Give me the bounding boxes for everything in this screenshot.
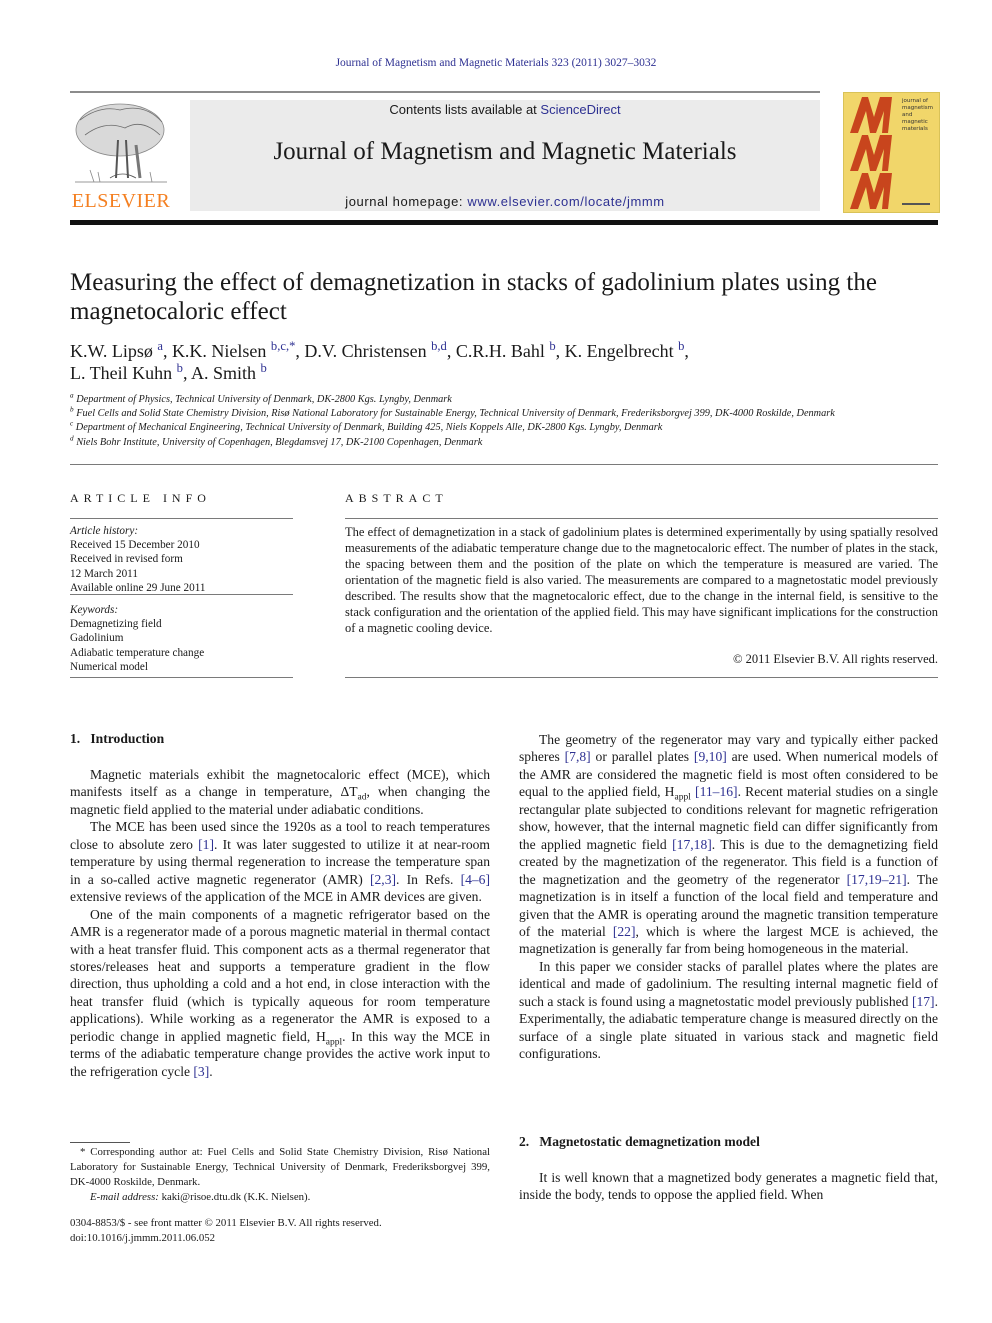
- article-title: Measuring the effect of demagnetization …: [70, 269, 877, 325]
- corresponding-note: * Corresponding author at: Fuel Cells an…: [70, 1146, 490, 1188]
- citation-link[interactable]: [1]: [198, 837, 214, 852]
- affiliation: d Niels Bohr Institute, University of Co…: [70, 434, 483, 448]
- abstract-heading: ABSTRACT: [345, 491, 448, 505]
- affiliation: a Department of Physics, Technical Unive…: [70, 391, 452, 405]
- citation-link[interactable]: [17,18]: [672, 837, 712, 852]
- divider: [70, 518, 293, 519]
- paragraph: The geometry of the regenerator may vary…: [519, 732, 939, 957]
- contents-prefix: Contents lists available at: [389, 102, 541, 117]
- citation-link[interactable]: [22]: [613, 924, 636, 939]
- keyword: Gadolinium: [70, 632, 124, 645]
- affiliation: b Fuel Cells and Solid State Chemistry D…: [70, 405, 835, 420]
- email-link[interactable]: kaki@risoe.dtu.dk: [162, 1191, 242, 1203]
- citation-link[interactable]: [17,19–21]: [847, 872, 907, 887]
- citation-link[interactable]: [9,10]: [694, 749, 727, 764]
- citation-link[interactable]: [2,3]: [370, 872, 396, 887]
- citation-link[interactable]: [3]: [193, 1064, 209, 1079]
- keywords: Keywords: Demagnetizing field Gadolinium…: [70, 603, 295, 674]
- svg-text:materials: materials: [902, 126, 928, 132]
- keywords-label: Keywords:: [70, 604, 119, 616]
- paragraph: It is well known that a magnetized body …: [519, 1170, 938, 1203]
- author[interactable]: D.V. Christensen b,d: [304, 340, 446, 361]
- article-history: Article history: Received 15 December 20…: [70, 524, 295, 595]
- journal-title: Journal of Magnetism and Magnetic Materi…: [273, 138, 737, 165]
- citation-link[interactable]: [7,8]: [565, 749, 591, 764]
- svg-text:and: and: [902, 112, 912, 118]
- keyword: Numerical model: [70, 660, 148, 673]
- article-info-heading: ARTICLE INFO: [70, 491, 211, 505]
- affiliation: c Department of Mechanical Engineering, …: [70, 419, 663, 434]
- history-item: Available online 29 June 2011: [70, 581, 206, 594]
- divider: [70, 464, 938, 465]
- author[interactable]: K.K. Nielsen b,c,*: [172, 340, 295, 361]
- citation-link[interactable]: [17]: [912, 994, 935, 1009]
- divider: [345, 518, 938, 519]
- homepage-line: journal homepage: www.elsevier.com/locat…: [190, 194, 820, 209]
- svg-text:magnetism: magnetism: [902, 105, 933, 111]
- author[interactable]: K. Engelbrecht b: [565, 340, 685, 361]
- author[interactable]: C.R.H. Bahl b: [456, 340, 556, 361]
- author[interactable]: A. Smith b: [191, 362, 267, 383]
- divider: [70, 677, 293, 678]
- citation-link[interactable]: [4–6]: [461, 872, 490, 887]
- issn-line: 0304-8853/$ - see front matter © 2011 El…: [70, 1217, 382, 1229]
- body-column-right: The geometry of the regenerator may vary…: [519, 731, 938, 1063]
- body-column-left: Magnetic materials exhibit the magnetoca…: [70, 766, 490, 1080]
- paragraph: Magnetic materials exhibit the magnetoca…: [70, 767, 490, 817]
- homepage-link[interactable]: www.elsevier.com/locate/jmmm: [467, 194, 664, 209]
- email-line: E-mail address: kaki@risoe.dtu.dk (K.K. …: [90, 1191, 311, 1203]
- paragraph: One of the main components of a magnetic…: [70, 906, 491, 1079]
- contents-line: Contents lists available at ScienceDirec…: [190, 102, 820, 117]
- history-label: Article history:: [70, 525, 139, 537]
- history-item: Received 15 December 2010: [70, 539, 200, 552]
- abstract-text: The effect of demagnetization in a stack…: [345, 525, 938, 635]
- keyword: Adiabatic temperature change: [70, 646, 205, 659]
- journal-citation[interactable]: Journal of Magnetism and Magnetic Materi…: [0, 57, 992, 69]
- author-list: K.W. Lipsø a, K.K. Nielsen b,c,*, D.V. C…: [70, 339, 689, 383]
- author[interactable]: L. Theil Kuhn b: [70, 362, 183, 383]
- sciencedirect-link[interactable]: ScienceDirect: [540, 102, 620, 117]
- paragraph: The MCE has been used since the 1920s as…: [70, 819, 491, 905]
- history-item: 12 March 2011: [70, 567, 138, 580]
- abstract-copyright: © 2011 Elsevier B.V. All rights reserved…: [733, 652, 938, 666]
- svg-text:magnetic: magnetic: [902, 119, 928, 125]
- front-matter: 0304-8853/$ - see front matter © 2011 El…: [70, 1216, 490, 1245]
- paragraph: In this paper we consider stacks of para…: [519, 958, 938, 1062]
- section-heading-introduction: 1. Introduction: [70, 731, 165, 746]
- header-rule: [70, 91, 820, 93]
- body-column-right-section2: It is well known that a magnetized body …: [519, 1169, 938, 1204]
- journal-cover-icon[interactable]: journal of magnetism and magnetic materi…: [843, 92, 940, 213]
- doi-link[interactable]: doi:10.1016/j.jmmm.2011.06.052: [70, 1231, 490, 1246]
- section-heading-magnetostatic-model: 2. Magnetostatic demagnetization model: [519, 1134, 760, 1149]
- history-item: Received in revised form: [70, 553, 183, 566]
- svg-text:journal of: journal of: [901, 98, 929, 104]
- divider: [345, 677, 938, 678]
- elsevier-wordmark: ELSEVIER: [71, 190, 171, 212]
- author[interactable]: K.W. Lipsø a: [70, 340, 163, 361]
- homepage-prefix: journal homepage:: [345, 194, 468, 209]
- citation-link[interactable]: [11–16]: [695, 784, 738, 799]
- affiliations: a Department of Physics, Technical Unive…: [70, 391, 950, 450]
- keyword: Demagnetizing field: [70, 618, 162, 631]
- footnote-rule: [70, 1142, 130, 1143]
- corresponding-author-footnote: * Corresponding author at: Fuel Cells an…: [70, 1145, 490, 1205]
- header-thick-rule: [70, 220, 938, 225]
